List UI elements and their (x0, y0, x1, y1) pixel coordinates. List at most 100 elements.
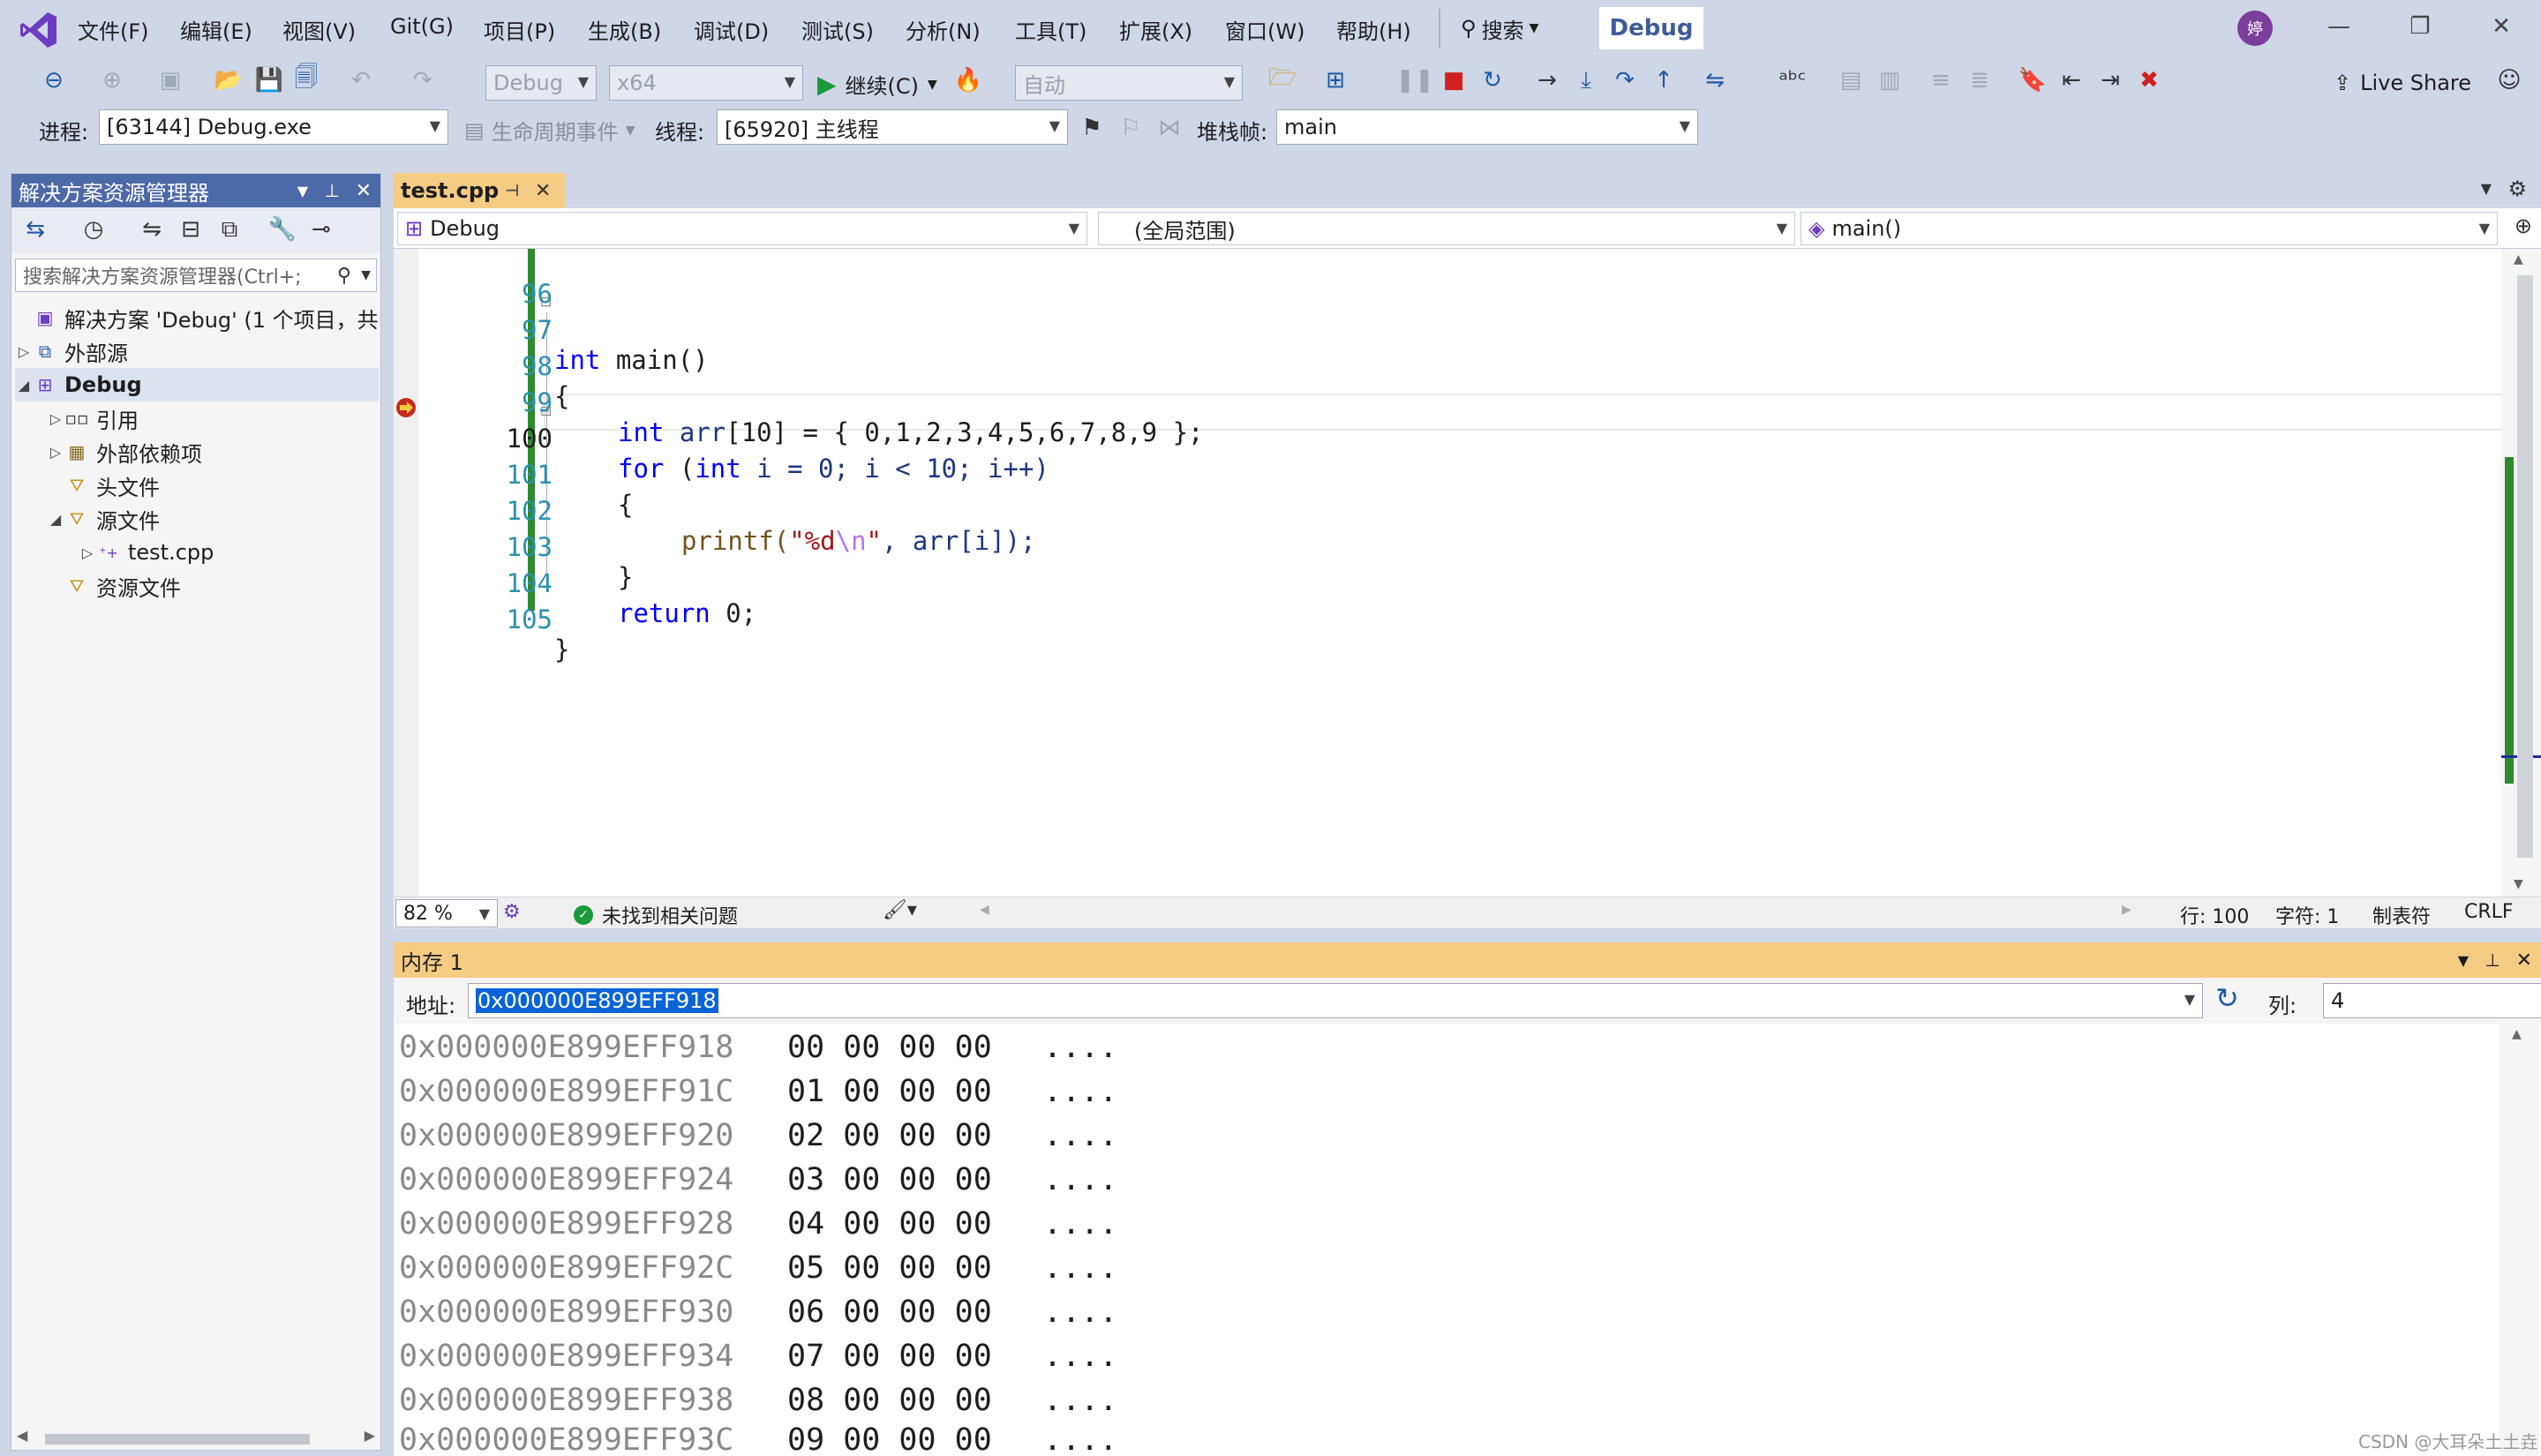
indentation-indicator[interactable]: 制表符 (2372, 901, 2431, 929)
lifecycle-events-button[interactable]: ▤ 生命周期事件 ▼ (464, 115, 635, 146)
split-window-icon[interactable]: ⊕ (2515, 214, 2532, 238)
memory-bytes[interactable]: 06 00 00 00 (787, 1295, 1043, 1330)
settings-icon[interactable]: ⚙ (2507, 176, 2527, 201)
close-icon[interactable]: ✕ (535, 180, 551, 202)
menu-file[interactable]: 文件(F) (78, 14, 149, 45)
previous-bookmark-icon[interactable]: ⇤ (2056, 65, 2086, 95)
menu-tools[interactable]: 工具(T) (1015, 14, 1086, 45)
menu-extensions[interactable]: 扩展(X) (1119, 14, 1192, 45)
new-project-icon[interactable]: ▣ (155, 65, 185, 95)
memory-bytes[interactable]: 02 00 00 00 (787, 1118, 1043, 1153)
solution-config-dropdown[interactable]: Debug ▼ (485, 65, 597, 101)
memory-bytes[interactable]: 09 00 00 00 (787, 1422, 1043, 1456)
feedback-icon[interactable]: ☺ (2494, 65, 2524, 95)
memory-ascii[interactable]: .... (1043, 1162, 1117, 1197)
memory-bytes[interactable]: 04 00 00 00 (787, 1206, 1043, 1242)
tree-header-files[interactable]: ⛛ 头文件 (47, 469, 160, 502)
menu-project[interactable]: 项目(P) (484, 14, 555, 45)
platform-dropdown[interactable]: x64 ▼ (609, 65, 803, 101)
browse-folder-icon[interactable]: 🗁 (1267, 64, 1297, 95)
undo-icon[interactable]: ↶ (346, 65, 376, 95)
collapse-icon[interactable]: ◢ (15, 377, 33, 394)
scroll-up-icon[interactable]: ▲ (2512, 1027, 2522, 1041)
line-ending-indicator[interactable]: CRLF (2464, 901, 2514, 923)
memory-ascii[interactable]: .... (1043, 1206, 1117, 1242)
vertical-scrollbar[interactable]: ▲ (2500, 1024, 2539, 1456)
scroll-right-icon[interactable]: ▶ (2122, 903, 2131, 917)
memory-bytes[interactable]: 08 00 00 00 (787, 1383, 1043, 1418)
close-button[interactable]: ✕ (2484, 9, 2519, 44)
vertical-scrollbar[interactable]: ▲ ▼ (2501, 249, 2541, 897)
memory-ascii[interactable]: .... (1043, 1030, 1117, 1065)
process-dropdown[interactable]: [63144] Debug.exe ▼ (99, 109, 448, 145)
address-input[interactable]: 0x000000E899EFF918 ▼ (468, 983, 2203, 1018)
expand-icon[interactable]: ▷ (47, 444, 64, 461)
collapse-icon[interactable]: ◢ (47, 511, 64, 528)
char-indicator[interactable]: 字符: 1 (2275, 901, 2339, 929)
memory-ascii[interactable]: .... (1043, 1422, 1117, 1456)
pin-icon[interactable]: ⊥ (2485, 949, 2500, 971)
forward-icon[interactable]: ⊕ (97, 65, 127, 95)
tree-external-sources[interactable]: ▷ ⧉ 外部源 (15, 334, 128, 368)
back-icon[interactable]: ⊖ (39, 65, 69, 95)
menu-view[interactable]: 视图(V) (282, 14, 356, 45)
scroll-thumb[interactable] (2517, 275, 2533, 858)
next-bookmark-icon[interactable]: ⇥ (2095, 65, 2125, 95)
memory-ascii[interactable]: .... (1043, 1339, 1117, 1374)
restore-button[interactable]: ❐ (2402, 9, 2438, 44)
application-insights-icon[interactable]: ⊞ (1320, 65, 1350, 95)
save-all-icon[interactable]: 🗐 (291, 64, 321, 95)
thread-dropdown[interactable]: [65920] 主线程 ▼ (717, 109, 1068, 145)
show-threads-icon[interactable]: ⋈ (1154, 113, 1184, 143)
decrease-indent-icon[interactable]: ≡ (1926, 65, 1956, 95)
expand-icon[interactable]: ▷ (79, 544, 96, 561)
collapse-all-icon[interactable]: ⊟ (176, 214, 206, 244)
close-icon[interactable]: ✕ (2516, 949, 2532, 972)
tree-source-files[interactable]: ◢ ⛛ 源文件 (47, 502, 160, 536)
tree-resource-files[interactable]: ⛛ 资源文件 (47, 569, 181, 603)
code-cleanup-icon[interactable]: 🖌▾ (883, 899, 917, 921)
show-all-files-icon[interactable]: ⧉ (214, 214, 244, 244)
memory-bytes[interactable]: 07 00 00 00 (787, 1339, 1043, 1374)
intellicode-icon[interactable]: ⚙ (503, 901, 521, 923)
redo-icon[interactable]: ↷ (408, 65, 438, 95)
save-icon[interactable]: 💾 (254, 65, 284, 95)
continue-button[interactable]: ▶ 继续(C) ▼ (817, 69, 937, 100)
code-editor[interactable]: ⊟ ⊟ 96 97 int main() 98 { 99 int arr[10]… (394, 249, 2541, 897)
window-position-icon[interactable]: ▼ (2458, 952, 2469, 969)
step-into-icon[interactable]: ⤓ (1571, 65, 1601, 95)
menu-edit[interactable]: 编辑(E) (180, 14, 252, 45)
hex-display-icon[interactable]: ⇋ (1700, 65, 1730, 95)
member-dropdown[interactable]: ◈ main() ▼ (1801, 212, 2498, 245)
scroll-thumb[interactable] (45, 1434, 310, 1445)
menu-help[interactable]: 帮助(H) (1336, 14, 1411, 45)
hot-reload-icon[interactable]: 🔥 (953, 65, 983, 95)
open-folder-icon[interactable]: 📂 (214, 65, 244, 95)
tree-test-cpp[interactable]: ▷ ⁺+ test.cpp (79, 536, 214, 569)
issues-indicator[interactable]: ✓ 未找到相关问题 (574, 901, 738, 929)
bookmark-icon[interactable]: 🔖 (2018, 65, 2048, 95)
scope-dropdown[interactable]: (全局范围) ▼ (1098, 212, 1795, 245)
stop-icon[interactable]: ■ (1439, 65, 1469, 95)
memory-bytes[interactable]: 03 00 00 00 (787, 1162, 1043, 1197)
scroll-left-icon[interactable]: ◀ (980, 903, 989, 917)
project-dropdown[interactable]: ⊞ Debug ▼ (397, 212, 1087, 245)
spell-check-icon[interactable]: ᵃᵇᶜ (1778, 65, 1808, 95)
minimize-button[interactable]: — (2321, 9, 2357, 44)
scroll-left-icon[interactable]: ◀ (17, 1427, 27, 1444)
step-out-icon[interactable]: ↑ (1649, 65, 1679, 95)
pending-changes-filter-icon[interactable]: ◷ (79, 214, 109, 244)
clear-bookmarks-icon[interactable]: ✖ (2134, 65, 2164, 95)
step-over-icon[interactable]: ↷ (1610, 65, 1640, 95)
switch-views-icon[interactable]: ⇆ (20, 214, 50, 244)
pause-icon[interactable]: ❚❚ (1395, 65, 1434, 95)
menu-test[interactable]: 测试(S) (801, 14, 874, 45)
menu-git[interactable]: Git(G) (390, 14, 454, 39)
increase-indent-icon[interactable]: ≣ (1965, 65, 1995, 95)
tab-test-cpp[interactable]: test.cpp ⊣ ✕ (394, 173, 565, 208)
tree-references[interactable]: ▷ ▫▫ 引用 (47, 402, 139, 435)
comment-icon[interactable]: ▤ (1836, 65, 1866, 95)
properties-icon[interactable]: 🔧 (267, 214, 297, 244)
memory-ascii[interactable]: .... (1043, 1383, 1117, 1418)
menu-analyze[interactable]: 分析(N) (906, 14, 981, 45)
